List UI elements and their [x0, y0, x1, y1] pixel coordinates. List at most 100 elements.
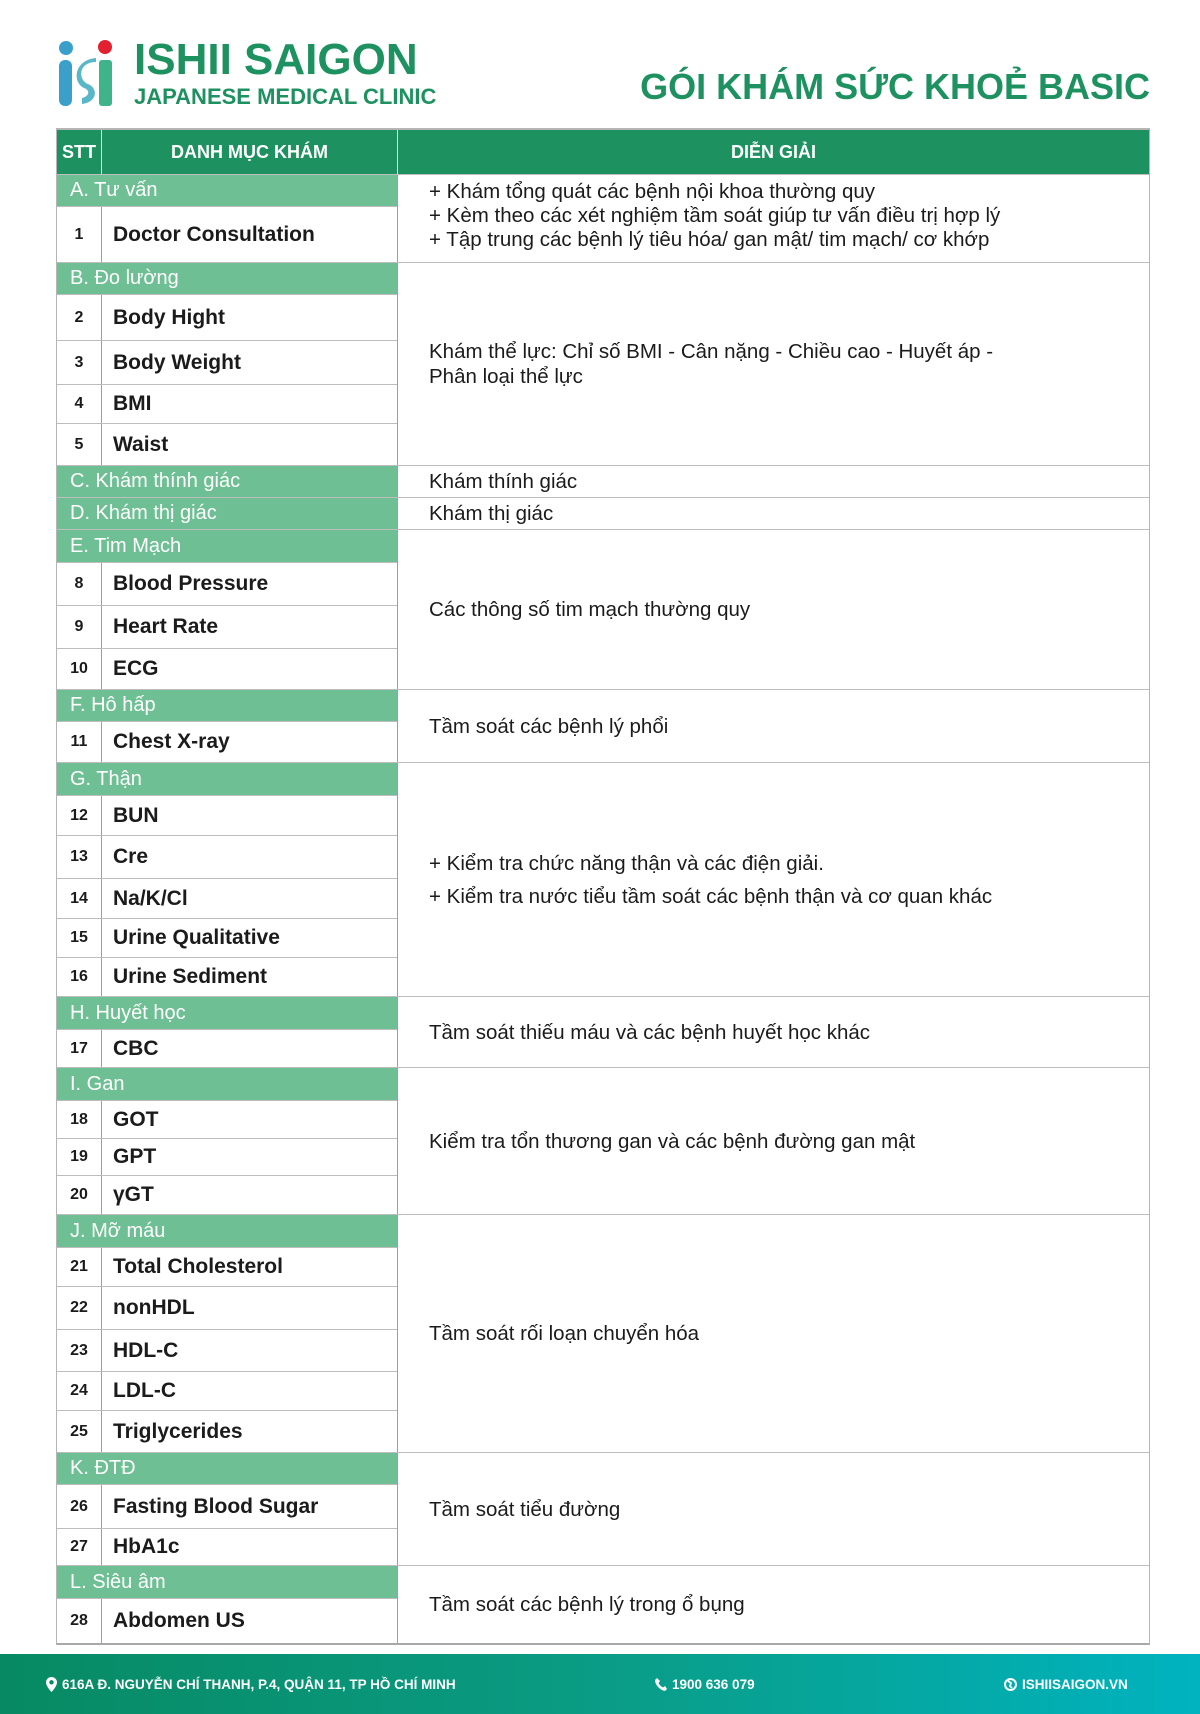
exam-item-name: HbA1c	[113, 1535, 180, 1558]
table-row: 18 GOT	[57, 1100, 397, 1138]
row-number: 21	[57, 1248, 102, 1286]
section-items: F. Hô hấp 11 Chest X-ray	[57, 690, 398, 762]
exam-item-name: Chest X-ray	[113, 730, 230, 753]
description-line: + Kiểm tra chức năng thận và các điện gi…	[429, 851, 824, 875]
exam-item-name: Waist	[113, 432, 169, 456]
section-items: H. Huyết học 17 CBC	[57, 997, 398, 1067]
row-number: 9	[57, 606, 102, 648]
table-section: A. Tư vấn 1 Doctor Consultation + Khám tổng…	[57, 174, 1149, 262]
exam-item-name: nonHDL	[113, 1296, 195, 1319]
logo-mark-icon	[59, 40, 112, 106]
exam-item-name: Cre	[113, 845, 149, 868]
table-row: 13 Cre	[57, 835, 397, 878]
section-header: K. ĐTĐ	[57, 1453, 397, 1484]
table-row: 27 HbA1c	[57, 1528, 397, 1565]
table-section: I. Gan 18 GOT 19 GPT 20 γGT Kiểm tra tổn thương…	[57, 1067, 1149, 1214]
description-line: Tầm soát các bệnh lý trong ổ bụng	[429, 1593, 745, 1616]
description-line: Khám thể lực: Chỉ số BMI - Cân nặng - Ch…	[429, 340, 994, 363]
exam-item-name: Urine Qualitative	[113, 926, 280, 949]
section-description: Kiểm tra tổn thương gan và các bệnh đườn…	[398, 1068, 1149, 1214]
brand-subtitle: JAPANESE MEDICAL CLINIC	[134, 84, 437, 109]
table-section: K. ĐTĐ 26 Fasting Blood Sugar 27 HbA1c Tầm so…	[57, 1452, 1149, 1565]
table-row: 20 γGT	[57, 1175, 397, 1214]
table-section: L. Siêu âm 28 Abdomen US Tầm soát các bệnh …	[57, 1565, 1149, 1643]
table-row: 3 Body Weight	[57, 340, 397, 384]
globe-icon	[1004, 1677, 1017, 1691]
row-number: 1	[57, 207, 102, 262]
section-description: Tầm soát tiểu đường	[398, 1453, 1149, 1565]
section-header: D. Khám thị giác	[57, 498, 397, 529]
section-header: E. Tim Mạch	[57, 530, 397, 562]
table-section: J. Mỡ máu 21 Total Cholesterol 22 nonHDL 23 HD…	[57, 1214, 1149, 1452]
table-section: F. Hô hấp 11 Chest X-ray Tầm soát các bệnh …	[57, 689, 1149, 762]
table-row: 10 ECG	[57, 648, 397, 689]
exam-item-name: Heart Rate	[113, 615, 219, 638]
row-number: 14	[57, 879, 102, 918]
table-row: 9 Heart Rate	[57, 605, 397, 648]
row-number: 20	[57, 1176, 102, 1214]
section-items: I. Gan 18 GOT 19 GPT 20 γGT	[57, 1068, 398, 1214]
section-header: H. Huyết học	[57, 997, 397, 1029]
section-description: + Khám tổng quát các bệnh nội khoa thườn…	[398, 175, 1149, 262]
section-items: B. Đo lường 2 Body Hight 3 Body Weight 4 BMI 5 W…	[57, 263, 398, 465]
exam-item-name: BMI	[113, 392, 152, 415]
section-description: Khám thính giác	[398, 466, 1149, 497]
table-section: C. Khám thính giác Khám thính giác	[57, 465, 1149, 497]
section-items: C. Khám thính giác	[57, 466, 398, 497]
row-number: 27	[57, 1529, 102, 1565]
exam-item-name: GPT	[113, 1145, 157, 1168]
map-pin-icon	[46, 1676, 57, 1692]
description-line: Tầm soát các bệnh lý phổi	[429, 714, 669, 738]
row-number: 24	[57, 1372, 102, 1410]
row-number: 10	[57, 649, 102, 689]
section-header: I. Gan	[57, 1068, 397, 1100]
section-description: + Kiểm tra chức năng thận và các điện gi…	[398, 763, 1149, 996]
table-row: 1 Doctor Consultation	[57, 206, 397, 262]
table-row: 19 GPT	[57, 1138, 397, 1175]
column-header-description: DIỄN GIẢI	[730, 141, 816, 162]
exam-item-name: Total Cholesterol	[113, 1255, 283, 1278]
exam-item-name: BUN	[113, 803, 159, 827]
row-number: 2	[57, 295, 102, 340]
section-description: Khám thể lực: Chỉ số BMI - Cân nặng - Ch…	[398, 263, 1149, 465]
description-line: + Khám tổng quát các bệnh nội khoa thườn…	[429, 180, 876, 203]
section-description: Tầm soát thiếu máu và các bệnh huyết học…	[398, 997, 1149, 1067]
table-row: 2 Body Hight	[57, 294, 397, 340]
row-number: 23	[57, 1330, 102, 1371]
clinic-logo: ISHII SAIGON JAPANESE MEDICAL CLINIC	[56, 38, 436, 110]
exam-item-name: ECG	[113, 657, 159, 680]
exam-item-name: Triglycerides	[113, 1419, 243, 1443]
exam-item-name: Body Weight	[113, 350, 241, 374]
section-items: A. Tư vấn 1 Doctor Consultation	[57, 175, 398, 262]
table-row: 26 Fasting Blood Sugar	[57, 1484, 397, 1528]
footer-website[interactable]: ISHIISAIGON.VN	[1004, 1677, 1128, 1692]
table-row: 11 Chest X-ray	[57, 721, 397, 762]
address-text: 616A Đ. NGUYỄN CHÍ THANH, P.4, QUẬN 11, …	[62, 1676, 456, 1692]
row-number: 4	[57, 385, 102, 423]
table-row: 12 BUN	[57, 795, 397, 835]
website-text: ISHIISAIGON.VN	[1022, 1676, 1128, 1692]
exam-item-name: HDL-C	[113, 1338, 179, 1362]
brand-name: ISHII SAIGON	[134, 35, 418, 84]
table-header: STT DANH MỤC KHÁM DIỄN GIẢI	[57, 130, 1149, 174]
section-header: J. Mỡ máu	[57, 1215, 397, 1247]
page-title: GÓI KHÁM SỨC KHOẺ BASIC	[640, 66, 1150, 107]
exam-item-name: Body Hight	[113, 305, 225, 329]
section-header: G. Thận	[57, 763, 397, 795]
table-row: 5 Waist	[57, 423, 397, 465]
section-items: E. Tim Mạch 8 Blood Pressure 9 Heart Rate 10 E…	[57, 530, 398, 689]
row-number: 25	[57, 1411, 102, 1452]
row-number: 3	[57, 341, 102, 384]
exam-item-name: Na/K/Cl	[113, 886, 188, 910]
description-line: Tầm soát thiếu máu và các bệnh huyết học…	[429, 1020, 871, 1044]
exam-item-name: Abdomen US	[113, 1609, 245, 1632]
exam-item-name: CBC	[113, 1036, 159, 1060]
table-row: 15 Urine Qualitative	[57, 918, 397, 957]
section-items: G. Thận 12 BUN 13 Cre 14 Na/K/Cl 15 Urine Qualit…	[57, 763, 398, 996]
column-header-category: DANH MỤC KHÁM	[102, 130, 398, 174]
row-number: 15	[57, 919, 102, 957]
section-description: Khám thị giác	[398, 498, 1149, 529]
section-header: A. Tư vấn	[57, 175, 397, 206]
row-number: 5	[57, 424, 102, 465]
table-row: 28 Abdomen US	[57, 1598, 397, 1643]
